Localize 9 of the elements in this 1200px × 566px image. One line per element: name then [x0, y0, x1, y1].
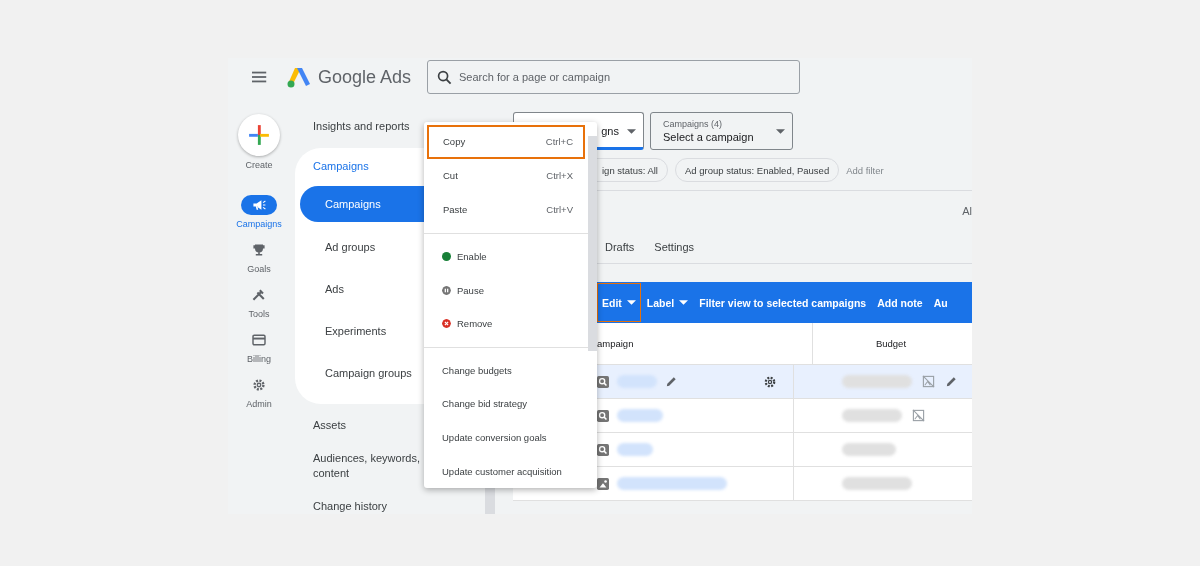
shortcut-label: Ctrl+V: [546, 204, 573, 216]
menu-item-label: Copy: [443, 136, 466, 148]
shortcut-label: Ctrl+C: [545, 136, 573, 148]
product-name: Google Ads: [318, 66, 413, 88]
menu-item-label: Paste: [443, 204, 468, 216]
shortcut-label: Ctrl+X: [546, 170, 573, 182]
truncated-label: Al: [962, 205, 972, 217]
menu-item-label: Cut: [443, 170, 458, 182]
create-label: Create: [245, 160, 273, 170]
